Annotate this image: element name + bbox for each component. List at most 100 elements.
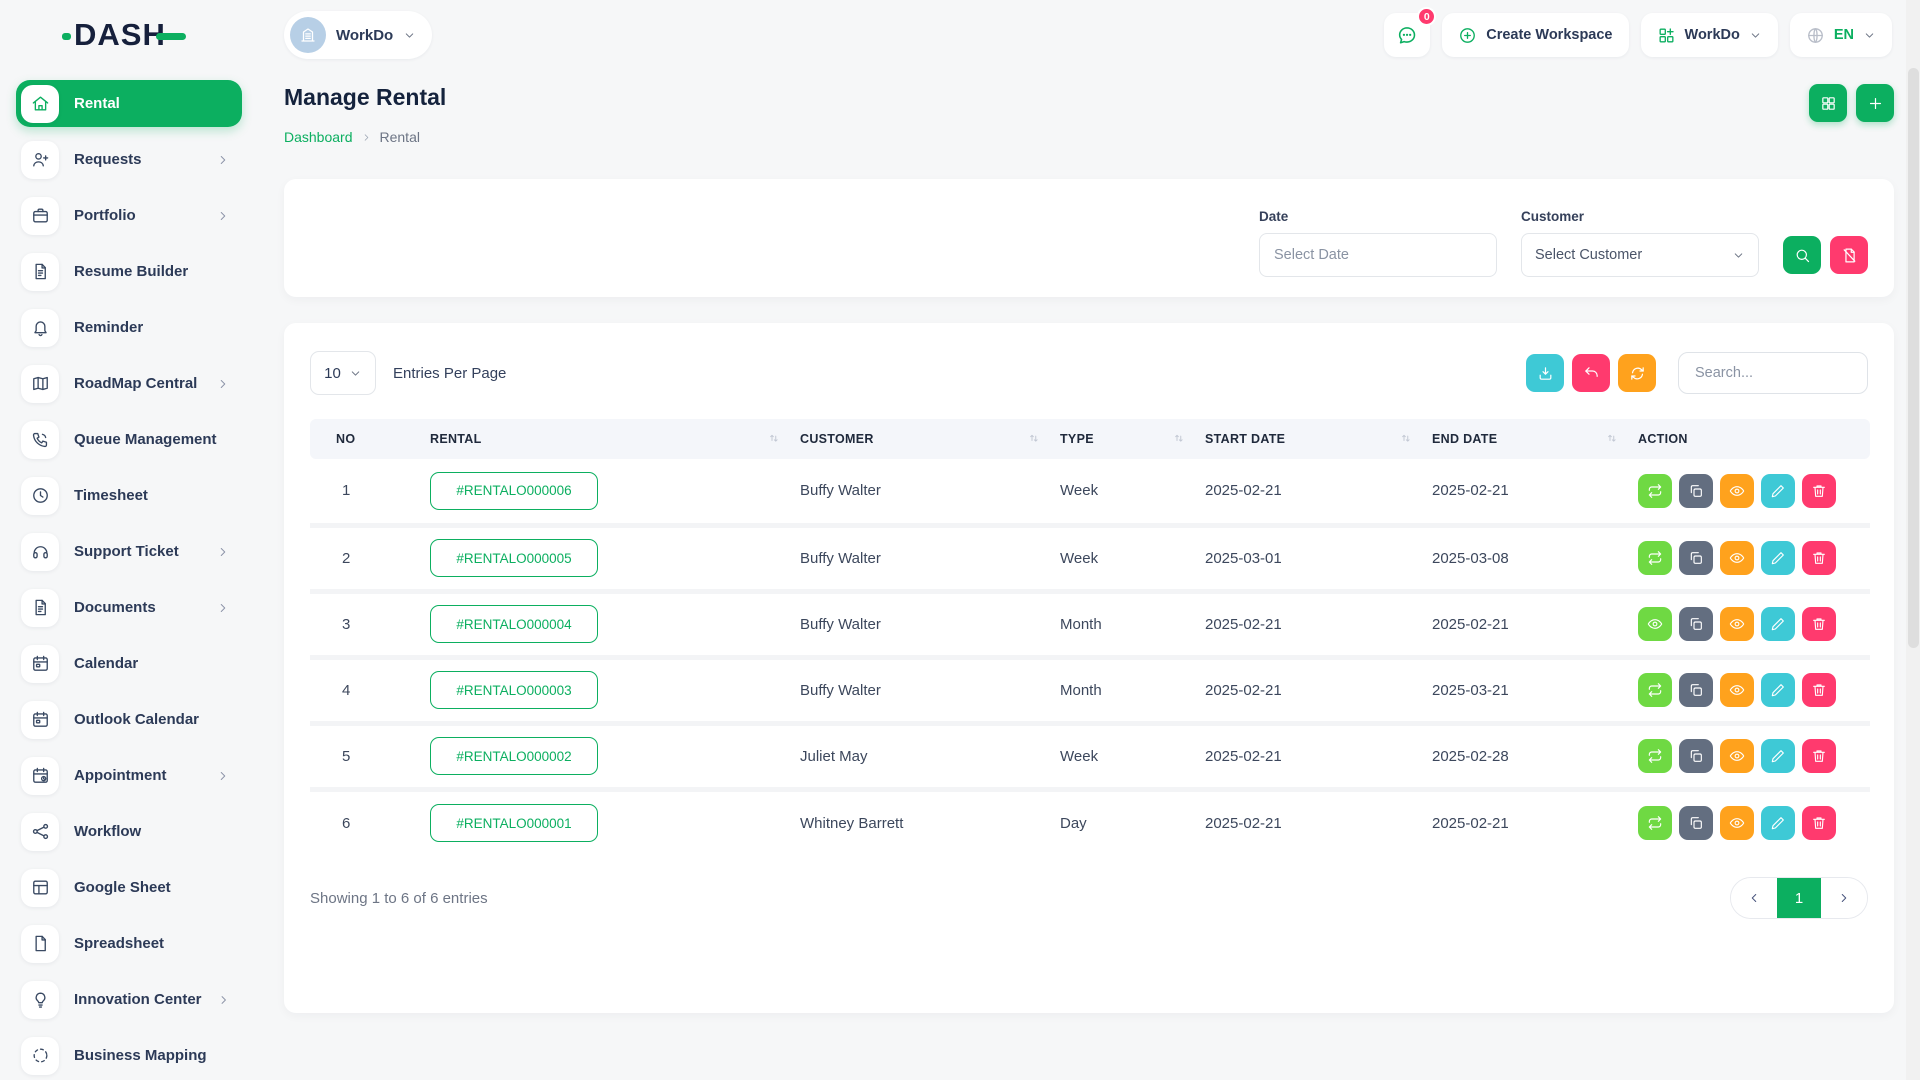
action-repeat-button[interactable]	[1638, 541, 1672, 575]
sidebar-item-label: Reminder	[74, 319, 143, 336]
app-logo[interactable]: DASH	[16, 0, 242, 70]
sort-icon[interactable]	[1172, 432, 1187, 447]
sort-icon[interactable]	[767, 432, 782, 447]
sort-icon[interactable]	[1027, 432, 1042, 447]
refresh-button[interactable]	[1618, 354, 1656, 392]
sort-icon[interactable]	[1399, 432, 1414, 447]
pagination-prev-button[interactable]	[1731, 878, 1777, 918]
action-trash-button[interactable]	[1802, 673, 1836, 707]
action-repeat-button[interactable]	[1638, 806, 1672, 840]
copy-icon	[1688, 748, 1704, 764]
action-copy-button[interactable]	[1679, 607, 1713, 641]
calendar-icon	[21, 645, 59, 683]
entries-per-page-select[interactable]: 10	[310, 351, 376, 395]
rental-id-badge[interactable]: #RENTALO000006	[430, 472, 598, 510]
grid-view-button[interactable]	[1809, 84, 1847, 122]
action-eye-button[interactable]	[1638, 607, 1672, 641]
rental-id-badge[interactable]: #RENTALO000002	[430, 737, 598, 775]
pagination-next-button[interactable]	[1821, 878, 1867, 918]
sidebar-item-reminder[interactable]: Reminder	[16, 304, 242, 351]
language-selector[interactable]: EN	[1790, 13, 1892, 57]
action-trash-button[interactable]	[1802, 806, 1836, 840]
action-repeat-button[interactable]	[1638, 474, 1672, 508]
app-switcher-button[interactable]: WorkDo	[1641, 13, 1778, 57]
app-root: DASH Rental Requests Portfolio Resume Bu…	[0, 0, 1920, 1080]
action-eye-button[interactable]	[1720, 474, 1754, 508]
action-pencil-button[interactable]	[1761, 607, 1795, 641]
add-rental-button[interactable]	[1856, 84, 1894, 122]
date-filter-input[interactable]	[1259, 233, 1497, 277]
sidebar-item-timesheet[interactable]: Timesheet	[16, 472, 242, 519]
pagination-page-1[interactable]: 1	[1777, 878, 1821, 918]
sidebar-item-google-sheet[interactable]: Google Sheet	[16, 864, 242, 911]
sidebar-item-queue-management[interactable]: Queue Management	[16, 416, 242, 463]
action-trash-button[interactable]	[1802, 739, 1836, 773]
customer-filter-select[interactable]: Select Customer	[1521, 233, 1759, 277]
action-copy-button[interactable]	[1679, 541, 1713, 575]
action-trash-button[interactable]	[1802, 607, 1836, 641]
rental-id-badge[interactable]: #RENTALO000005	[430, 539, 598, 577]
action-pencil-button[interactable]	[1761, 474, 1795, 508]
action-pencil-button[interactable]	[1761, 739, 1795, 773]
sidebar-item-roadmap-central[interactable]: RoadMap Central	[16, 360, 242, 407]
undo-icon	[1583, 365, 1600, 382]
trash-icon	[1811, 550, 1827, 566]
create-workspace-button[interactable]: Create Workspace	[1442, 13, 1628, 57]
action-eye-button[interactable]	[1720, 673, 1754, 707]
rental-id-badge[interactable]: #RENTALO000001	[430, 804, 598, 842]
apply-filter-button[interactable]	[1783, 236, 1821, 274]
sidebar-item-documents[interactable]: Documents	[16, 584, 242, 631]
workspace-selector[interactable]: WorkDo	[284, 11, 432, 59]
rental-id-badge[interactable]: #RENTALO000003	[430, 671, 598, 709]
copy-icon	[1688, 483, 1704, 499]
table-search-input[interactable]	[1678, 352, 1868, 394]
sidebar-item-innovation-center[interactable]: Innovation Center	[16, 976, 242, 1023]
action-eye-button[interactable]	[1720, 541, 1754, 575]
clear-filter-button[interactable]	[1830, 236, 1868, 274]
breadcrumb-dashboard-link[interactable]: Dashboard	[284, 129, 353, 145]
action-pencil-button[interactable]	[1761, 673, 1795, 707]
eye-icon	[1729, 682, 1745, 698]
action-copy-button[interactable]	[1679, 474, 1713, 508]
row-actions	[1638, 474, 1870, 508]
action-copy-button[interactable]	[1679, 739, 1713, 773]
action-pencil-button[interactable]	[1761, 541, 1795, 575]
undo-button[interactable]	[1572, 354, 1610, 392]
messages-button[interactable]: 0	[1384, 13, 1430, 57]
action-copy-button[interactable]	[1679, 673, 1713, 707]
sidebar-item-workflow[interactable]: Workflow	[16, 808, 242, 855]
action-copy-button[interactable]	[1679, 806, 1713, 840]
chevron-right-icon	[216, 209, 230, 223]
rental-id-badge[interactable]: #RENTALO000004	[430, 605, 598, 643]
action-trash-button[interactable]	[1802, 541, 1836, 575]
action-eye-button[interactable]	[1720, 806, 1754, 840]
trash-icon	[1811, 682, 1827, 698]
sidebar-item-outlook-calendar[interactable]: Outlook Calendar	[16, 696, 242, 743]
action-pencil-button[interactable]	[1761, 806, 1795, 840]
action-eye-button[interactable]	[1720, 739, 1754, 773]
pencil-icon	[1770, 748, 1786, 764]
sidebar-item-requests[interactable]: Requests	[16, 136, 242, 183]
type-cell: Week	[1060, 459, 1205, 525]
sidebar-item-rental[interactable]: Rental	[16, 80, 242, 127]
action-repeat-button[interactable]	[1638, 673, 1672, 707]
topbar-right: 0 Create Workspace WorkDo EN	[1384, 13, 1892, 57]
action-repeat-button[interactable]	[1638, 739, 1672, 773]
sidebar-item-spreadsheet[interactable]: Spreadsheet	[16, 920, 242, 967]
copy-icon	[1688, 682, 1704, 698]
sidebar-item-resume-builder[interactable]: Resume Builder	[16, 248, 242, 295]
sidebar-item-calendar[interactable]: Calendar	[16, 640, 242, 687]
export-button[interactable]	[1526, 354, 1564, 392]
briefcase-icon	[21, 197, 59, 235]
sidebar-item-support-ticket[interactable]: Support Ticket	[16, 528, 242, 575]
sidebar-item-business-mapping[interactable]: Business Mapping	[16, 1032, 242, 1079]
action-eye-button[interactable]	[1720, 607, 1754, 641]
sidebar-item-appointment[interactable]: Appointment	[16, 752, 242, 799]
scrollbar-thumb[interactable]	[1908, 68, 1919, 648]
eye-icon	[1729, 748, 1745, 764]
sort-icon[interactable]	[1605, 432, 1620, 447]
action-trash-button[interactable]	[1802, 474, 1836, 508]
table-row: 3 #RENTALO000004 Buffy Walter Month 2025…	[310, 591, 1870, 657]
page-scrollbar[interactable]	[1906, 0, 1920, 1080]
sidebar-item-portfolio[interactable]: Portfolio	[16, 192, 242, 239]
